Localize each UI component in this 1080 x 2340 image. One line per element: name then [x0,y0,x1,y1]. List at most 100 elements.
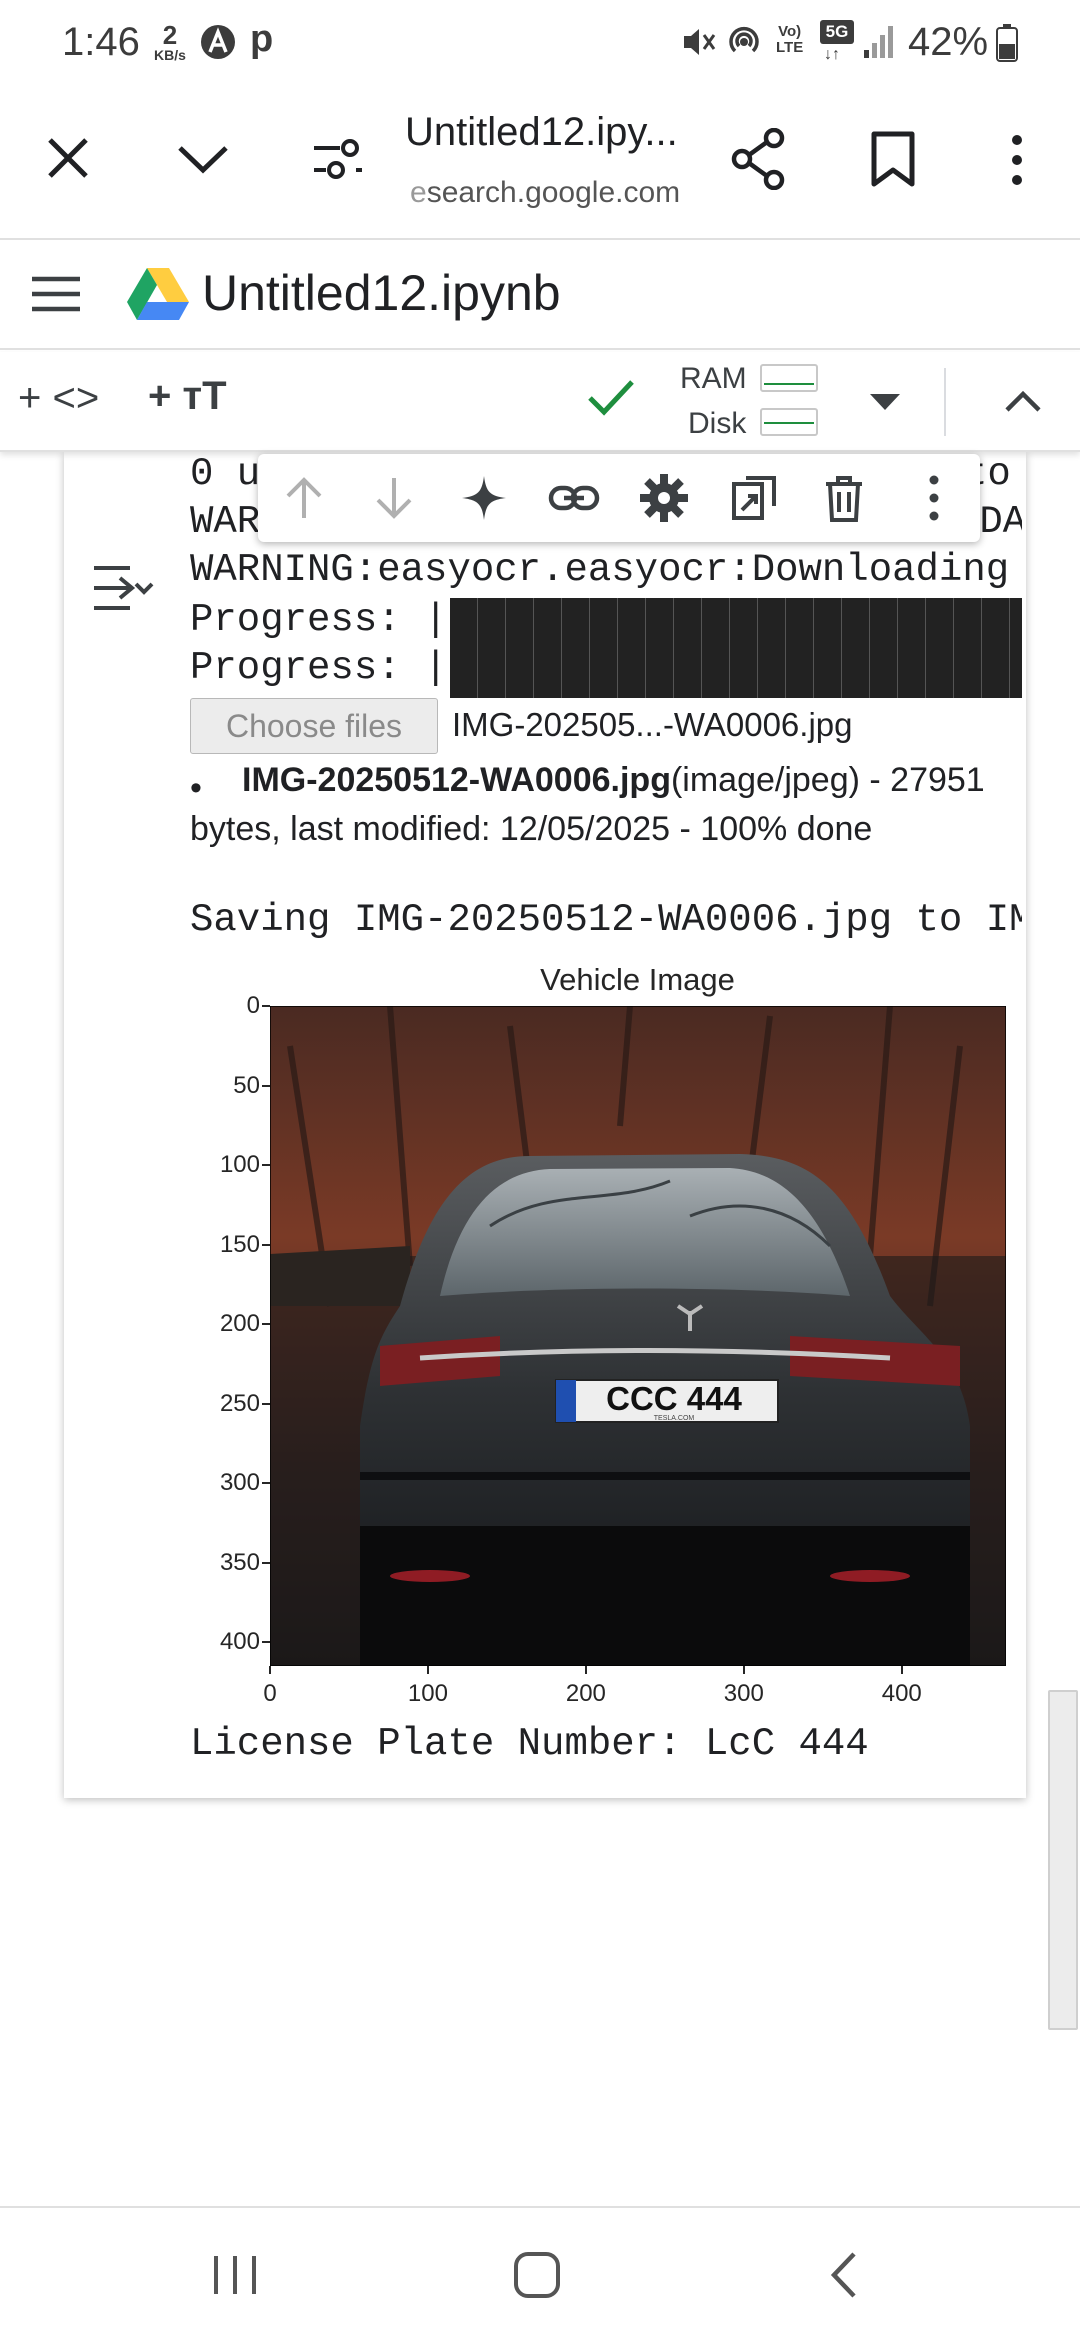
data-arrows-icon: ↓↑ [824,46,840,63]
y-tick-label: 250 [219,1389,260,1417]
x-tick-mark [269,1666,271,1674]
mirror-cell-icon[interactable] [728,472,780,524]
y-tick-mark [262,1641,270,1644]
y-tick-mark [262,1084,270,1087]
y-tick-mark [262,1482,270,1485]
network-speed: 2 KB/s [150,22,190,62]
y-tick-label: 50 [233,1071,260,1099]
chevron-down-icon[interactable] [176,142,230,176]
delete-icon[interactable] [818,472,870,524]
x-tick-label: 200 [565,1680,606,1707]
progress-bar-2 [450,646,1022,698]
sparkle-icon[interactable] [458,472,510,524]
x-tick-mark [742,1666,745,1674]
page-url-prefix: e [410,176,427,209]
5g-icon: 5G [820,20,854,44]
a-app-icon [201,25,235,59]
plate-result: License Plate Number: LcC 444 [190,1722,869,1766]
uploaded-file-item: • IMG-20250512-WA0006.jpg(image/jpeg) - … [190,756,1020,854]
p-app-icon: p [250,18,274,60]
more-vert-icon[interactable] [1002,132,1032,188]
y-tick-mark [262,1243,270,1246]
output-toggle-icon[interactable] [92,562,154,614]
collapse-chevron-icon[interactable] [1004,388,1042,414]
y-tick-mark [262,1561,270,1564]
home-icon[interactable] [512,2250,562,2300]
y-tick-label: 0 [246,992,260,1019]
disk-label: Disk [688,407,747,440]
selected-file-name: IMG-202505...-WA0006.jpg [452,706,853,743]
android-nav-bar [0,2206,1080,2340]
resources-dropdown-icon[interactable] [868,392,902,412]
ram-label: RAM [680,362,747,395]
x-tick-mark [900,1666,903,1674]
y-tick-label: 100 [219,1151,260,1179]
choose-files-button[interactable]: Choose files [190,698,438,754]
battery-percent: 42% [908,20,989,64]
close-icon[interactable] [44,134,92,182]
move-up-icon[interactable] [278,472,330,524]
page-title[interactable]: Untitled12.ipy... [405,110,678,155]
page-url[interactable]: esearch.google.com [410,176,700,210]
y-tick-label: 300 [219,1469,260,1497]
mute-icon [684,29,716,55]
output-line-1: WAR [190,500,261,544]
disk-meter[interactable] [760,408,818,436]
share-icon[interactable] [730,128,788,190]
link-icon[interactable] [548,472,600,524]
x-tick-label: 100 [407,1680,448,1707]
connected-check-icon[interactable] [586,376,636,420]
volte-icon: Vo) LTE [776,23,804,56]
recent-apps-icon[interactable] [210,2252,260,2298]
signal-icon [864,26,893,58]
status-time: 1:46 [62,20,140,64]
progress-label-1: Progress: | [190,598,448,642]
menu-icon[interactable] [30,274,82,314]
toolbar-divider [944,368,946,436]
network-speed-unit: KB/s [154,47,186,63]
ram-meter[interactable] [760,364,818,392]
battery-icon [996,24,1018,62]
settings-gear-icon[interactable] [638,472,690,524]
x-tick-mark [584,1666,587,1674]
y-tick-mark [262,1402,270,1405]
y-tick-label: 150 [219,1230,260,1258]
y-tick-label: 200 [219,1310,260,1338]
vehicle-image: CCC 444 TESLA.COM [270,1006,1006,1666]
move-down-icon[interactable] [368,472,420,524]
scrollbar[interactable] [1048,1690,1078,2030]
y-tick-mark [262,1164,270,1167]
x-tick-label: 0 [263,1680,277,1707]
colab-header: Untitled12.ipynb [0,240,1080,350]
add-text-button[interactable]: + ᴛT [148,374,227,419]
notebook-title[interactable]: Untitled12.ipynb [202,264,561,322]
screen: 1:46 2 KB/s p Vo) LTE 5G ↓↑ 42% Untitled… [0,0,1080,2340]
fence [270,1246,410,1306]
site-settings-icon[interactable] [312,138,364,182]
x-tick-label: 300 [723,1680,764,1707]
hotspot-icon [729,26,759,53]
cell-toolbar [258,454,980,542]
uploaded-file-name: IMG-20250512-WA0006.jpg [242,761,671,799]
add-code-button[interactable]: + <> [18,376,99,421]
saving-line: Saving IMG-20250512-WA0006.jpg to IM [190,898,1022,942]
x-tick-label: 400 [881,1680,922,1707]
progress-label-2: Progress: | [190,646,448,690]
bookmark-icon[interactable] [870,130,916,188]
network-speed-value: 2 [162,20,178,50]
x-tick-mark [426,1666,429,1674]
cell-more-icon[interactable] [908,472,960,524]
status-bar: 1:46 2 KB/s p Vo) LTE 5G ↓↑ 42% [0,0,1080,88]
back-icon[interactable] [826,2250,860,2300]
google-drive-icon [127,268,189,320]
y-tick-mark [262,1323,270,1326]
bumper-shadow [360,1526,970,1666]
y-tick-mark [262,1005,270,1007]
output-line-0: 0 u [190,452,261,496]
page-url-host: search.google.com [426,176,681,209]
output-line-2: WARNING:easyocr.easyocr:Downloading [190,548,1010,592]
y-tick-label: 400 [219,1628,260,1656]
colab-toolbar: + <> + ᴛT RAM Disk [0,352,1080,452]
progress-bar-1 [450,598,1022,650]
plate-subtext: TESLA.COM [654,1415,695,1422]
